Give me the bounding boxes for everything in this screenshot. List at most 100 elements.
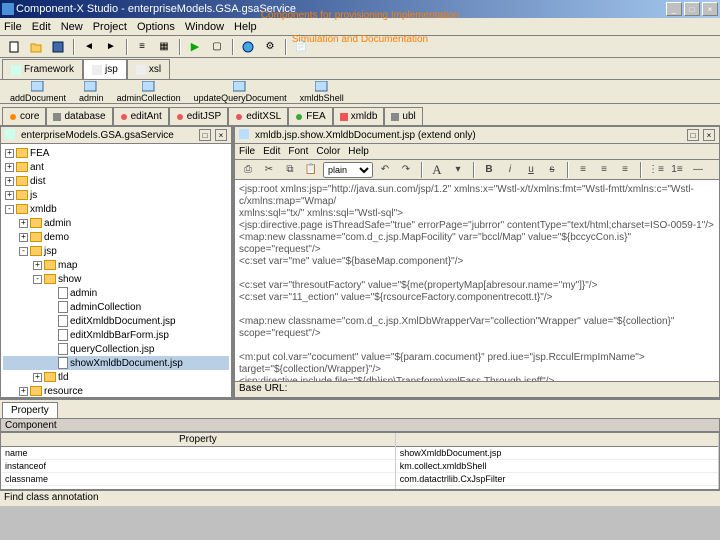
list-ol-icon[interactable]: 1≡ <box>668 162 686 178</box>
prop-key-name[interactable]: name <box>1 447 395 460</box>
tree-item[interactable]: queryCollection.jsp <box>3 342 229 356</box>
editor-max-button[interactable]: □ <box>687 129 699 141</box>
editor-copy-icon[interactable]: ⧉ <box>281 162 299 178</box>
editor-undo-icon[interactable]: ↶ <box>376 162 394 178</box>
back-button[interactable]: ◄ <box>79 38 99 56</box>
tree-toggle[interactable]: + <box>19 219 28 228</box>
editor-menu-help[interactable]: Help <box>348 146 369 157</box>
editor-print-icon[interactable]: ⎙ <box>239 162 257 178</box>
sbtn-adddocument[interactable]: addDocument <box>4 80 72 104</box>
editor-menu-font[interactable]: Font <box>288 146 308 157</box>
tree-item[interactable]: admin <box>3 286 229 300</box>
tree-item[interactable]: +demo <box>3 230 229 244</box>
prop-val-name[interactable]: showXmldbDocument.jsp <box>396 447 718 460</box>
tree-item[interactable]: -xmldb <box>3 202 229 216</box>
bold-button[interactable]: B <box>480 162 498 178</box>
tree-item[interactable]: +ant <box>3 160 229 174</box>
tree-item[interactable]: +dist <box>3 174 229 188</box>
editor-menu-edit[interactable]: Edit <box>263 146 280 157</box>
menu-window[interactable]: Window <box>185 21 224 33</box>
align-left-icon[interactable]: ≡ <box>574 162 592 178</box>
prop-key-instanceof[interactable]: instanceof <box>1 460 395 473</box>
tree-item[interactable]: -show <box>3 272 229 286</box>
sbtn-updatequery[interactable]: updateQueryDocument <box>188 80 293 104</box>
align-right-icon[interactable]: ≡ <box>616 162 634 178</box>
menu-help[interactable]: Help <box>234 21 257 33</box>
align-center-icon[interactable]: ≡ <box>595 162 613 178</box>
stab-ubl[interactable]: ubl <box>384 107 422 125</box>
tree-item[interactable]: adminCollection <box>3 300 229 314</box>
tree-toggle[interactable]: + <box>33 373 42 382</box>
menu-project[interactable]: Project <box>93 21 127 33</box>
tab-jsp[interactable]: jsp <box>83 59 127 79</box>
stab-fea[interactable]: FEA <box>288 107 332 125</box>
editor-cut-icon[interactable]: ✂ <box>260 162 278 178</box>
editor-paste-icon[interactable]: 📋 <box>302 162 320 178</box>
sbtn-admin[interactable]: admin <box>73 80 110 104</box>
tree-item[interactable]: -jsp <box>3 244 229 258</box>
stab-database[interactable]: database <box>46 107 112 125</box>
italic-button[interactable]: i <box>501 162 519 178</box>
open-button[interactable] <box>26 38 46 56</box>
new-button[interactable] <box>4 38 24 56</box>
strike-button[interactable]: s <box>543 162 561 178</box>
tree-toggle[interactable]: + <box>19 387 28 396</box>
run-button[interactable]: ▶ <box>185 38 205 56</box>
tab-framework[interactable]: Framework <box>2 59 83 79</box>
gear-button[interactable]: ⚙ <box>260 38 280 56</box>
stab-editxsl[interactable]: editXSL <box>228 107 288 125</box>
forward-button[interactable]: ► <box>101 38 121 56</box>
property-tab[interactable]: Property <box>2 402 58 418</box>
browser-button[interactable] <box>238 38 258 56</box>
editor-menu-file[interactable]: File <box>239 146 255 157</box>
tree-toggle[interactable]: - <box>33 275 42 284</box>
maximize-button[interactable]: □ <box>684 2 700 16</box>
cascade-button[interactable]: ▢ <box>207 38 227 56</box>
stab-xmldb[interactable]: xmldb <box>333 107 385 125</box>
tree-toggle[interactable]: + <box>5 163 14 172</box>
grid-button[interactable]: ▦ <box>154 38 174 56</box>
tree-toggle[interactable]: + <box>33 261 42 270</box>
tree-item[interactable]: +admin <box>3 216 229 230</box>
stab-core[interactable]: core <box>2 107 46 125</box>
tree-toggle[interactable]: + <box>5 177 14 186</box>
stab-editant[interactable]: editAnt <box>113 107 169 125</box>
prop-val-instanceof[interactable]: km.collect.xmldbShell <box>396 460 718 473</box>
editor-menu-color[interactable]: Color <box>316 146 340 157</box>
tree-toggle[interactable]: + <box>19 233 28 242</box>
tree-close-button[interactable]: × <box>215 129 227 141</box>
menu-new[interactable]: New <box>61 21 83 33</box>
minimize-button[interactable]: _ <box>666 2 682 16</box>
tree-item[interactable]: showXmldbDocument.jsp <box>3 356 229 370</box>
editor-close-button[interactable]: × <box>703 129 715 141</box>
tree-item[interactable]: +resource <box>3 384 229 397</box>
save-button[interactable] <box>48 38 68 56</box>
prop-key-classname[interactable]: classname <box>1 473 395 486</box>
tree-item[interactable]: +map <box>3 258 229 272</box>
tree-item[interactable]: +js <box>3 188 229 202</box>
close-button[interactable]: × <box>702 2 718 16</box>
stab-editjsp[interactable]: editJSP <box>169 107 228 125</box>
tree-max-button[interactable]: □ <box>199 129 211 141</box>
menu-options[interactable]: Options <box>137 21 175 33</box>
sbtn-admincollection[interactable]: adminCollection <box>111 80 187 104</box>
tree-item[interactable]: editXmldbBarForm.jsp <box>3 328 229 342</box>
tab-xsl[interactable]: xsl <box>127 59 170 79</box>
underline-button[interactable]: u <box>522 162 540 178</box>
sbtn-xmldbshell[interactable]: xmldbShell <box>294 80 350 104</box>
tree-toggle[interactable]: - <box>5 205 14 214</box>
tree-toggle[interactable]: + <box>5 191 14 200</box>
prop-val-classname[interactable]: com.datactrllib.CxJspFilter <box>396 473 718 486</box>
editor-text-area[interactable]: <jsp:root xmlns:jsp="http://java.sun.com… <box>235 180 719 381</box>
tree-view[interactable]: +FEA+ant+dist+js-xmldb+admin+demo-jsp+ma… <box>1 144 231 397</box>
menu-edit[interactable]: Edit <box>32 21 51 33</box>
hr-icon[interactable]: — <box>689 162 707 178</box>
tree-item[interactable]: +tld <box>3 370 229 384</box>
doc-button[interactable]: 📄 <box>291 38 311 56</box>
editor-style-select[interactable]: plain <box>323 162 373 178</box>
list-ul-icon[interactable]: ⋮≡ <box>647 162 665 178</box>
menu-file[interactable]: File <box>4 21 22 33</box>
editor-redo-icon[interactable]: ↷ <box>397 162 415 178</box>
tree-item[interactable]: editXmldbDocument.jsp <box>3 314 229 328</box>
list-button[interactable]: ≡ <box>132 38 152 56</box>
